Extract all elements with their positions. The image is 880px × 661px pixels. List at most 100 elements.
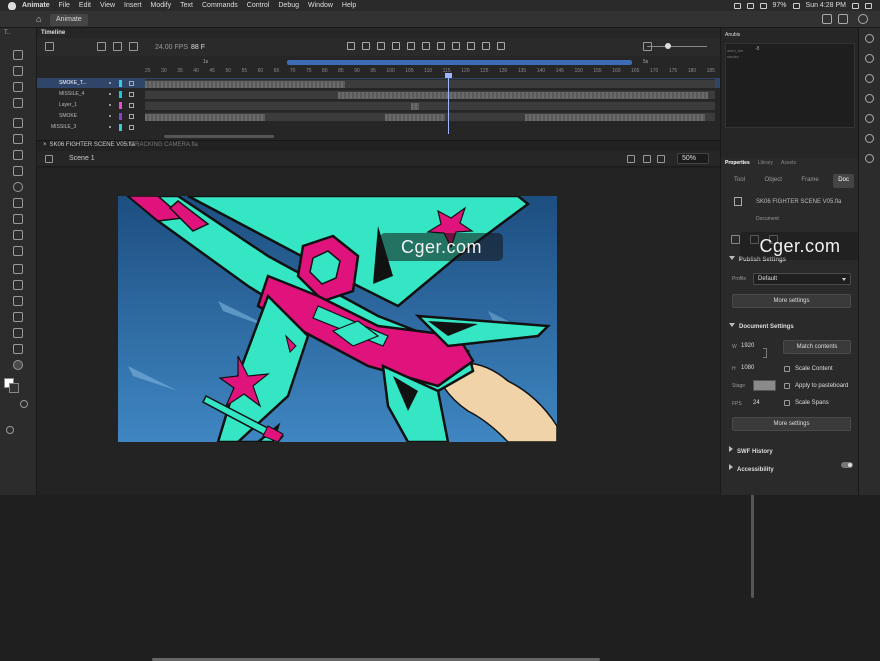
zoom-slider-thumb[interactable] — [665, 43, 671, 49]
visibility-dot[interactable] — [109, 126, 111, 128]
insert-keyframe-icon[interactable] — [437, 42, 445, 50]
hierarchy-icon[interactable] — [113, 42, 122, 51]
scene-icon[interactable] — [45, 155, 53, 163]
accessibility-header[interactable]: Accessibility — [729, 464, 774, 473]
frame-span[interactable] — [385, 113, 445, 121]
scene-name[interactable]: Scene 1 — [69, 155, 95, 162]
stage-color-swatch[interactable] — [753, 380, 776, 391]
swatches-icon[interactable] — [865, 154, 874, 163]
edit-multiple-frames-icon[interactable] — [407, 42, 415, 50]
ink-bottle-tool-icon[interactable] — [13, 280, 23, 290]
tab-properties[interactable]: Properties — [725, 160, 750, 166]
clip-content-icon[interactable] — [643, 155, 651, 163]
lock-icon[interactable] — [129, 80, 134, 86]
oval-tool-icon[interactable] — [13, 182, 23, 192]
settings-icon[interactable] — [858, 14, 868, 24]
airplay-icon[interactable] — [746, 2, 754, 9]
stop-icon[interactable] — [362, 42, 370, 50]
eyedropper-tool-icon[interactable] — [13, 296, 23, 306]
subtab-tool[interactable]: Tool — [729, 174, 750, 188]
frame-span[interactable] — [525, 113, 705, 121]
visibility-dot[interactable] — [109, 104, 111, 106]
timeline-scrollbar[interactable] — [164, 135, 274, 138]
info-icon[interactable] — [865, 94, 874, 103]
layer-name[interactable]: MISSILE_3 — [51, 124, 109, 130]
close-icon[interactable]: × — [43, 142, 47, 148]
lock-icon[interactable] — [129, 124, 134, 130]
layer-row[interactable]: SMOKE — [37, 111, 720, 121]
anubis-row-label[interactable]: anim_bin — [727, 48, 743, 53]
eraser-tool-icon[interactable] — [13, 312, 23, 322]
layer-frames[interactable] — [145, 89, 715, 99]
doc-tab-inactive[interactable]: × TRACKING CAMERA.fla — [125, 142, 198, 148]
polystar-tool-icon[interactable] — [13, 198, 23, 208]
close-icon[interactable]: × — [125, 142, 129, 148]
accessibility-toggle[interactable] — [841, 462, 853, 468]
app-tab[interactable]: Animate — [50, 14, 88, 26]
fill-color-swatch[interactable] — [9, 383, 19, 393]
menu-debug[interactable]: Debug — [278, 2, 299, 9]
layer-frames[interactable] — [145, 100, 715, 110]
selection-tool-icon[interactable] — [13, 50, 23, 60]
profile-select[interactable]: Default — [753, 273, 851, 285]
scale-content-checkbox[interactable] — [784, 366, 790, 372]
lock-icon[interactable] — [129, 102, 134, 108]
apple-icon[interactable] — [8, 1, 16, 10]
link-dimensions-icon[interactable] — [763, 348, 767, 358]
panel-menu-icon[interactable] — [865, 34, 874, 43]
paint-bucket-tool-icon[interactable] — [13, 264, 23, 274]
visibility-dot[interactable] — [109, 82, 111, 84]
step-forward-icon[interactable] — [497, 42, 505, 50]
hand-tool-icon[interactable] — [13, 344, 23, 354]
magnifier-icon[interactable] — [6, 426, 14, 434]
menu-window[interactable]: Window — [308, 2, 333, 9]
insert-blank-keyframe-icon[interactable] — [452, 42, 460, 50]
tab-assets[interactable]: Assets — [781, 160, 796, 166]
clock[interactable]: Sun 4:28 PM — [806, 2, 846, 9]
menu-modify[interactable]: Modify — [151, 2, 172, 9]
next-keyframe-icon[interactable] — [377, 42, 385, 50]
menu-edit[interactable]: Edit — [79, 2, 91, 9]
loop-icon[interactable] — [422, 42, 430, 50]
camera-tool-icon[interactable] — [13, 328, 23, 338]
frame-span[interactable] — [145, 80, 345, 88]
camera-icon[interactable] — [129, 42, 138, 51]
timeline-ruler[interactable]: 1s 5s 25 30 35 40 45 50 55 60 65 70 75 8… — [37, 57, 720, 77]
paint-brush-tool-icon[interactable] — [13, 150, 23, 160]
menu-help[interactable]: Help — [342, 2, 356, 9]
zoom-tool-icon[interactable] — [13, 360, 23, 370]
zoom-small-icon[interactable] — [20, 400, 28, 408]
battery-icon[interactable] — [792, 2, 800, 9]
fps-readout[interactable]: 24.00 FPS — [155, 44, 188, 51]
playhead[interactable] — [448, 76, 449, 134]
motion-tween-icon[interactable] — [467, 42, 475, 50]
layer-row[interactable]: MISSILE_3 — [37, 122, 720, 132]
prev-keyframe-icon[interactable] — [347, 42, 355, 50]
layer-color[interactable] — [119, 90, 122, 98]
menu-app-name[interactable]: Animate — [22, 2, 50, 9]
layer-color[interactable] — [119, 112, 122, 120]
text-tool-icon[interactable] — [13, 246, 23, 256]
layer-row[interactable]: MISSILE_4 — [37, 89, 720, 99]
layers-icon[interactable] — [45, 42, 54, 51]
subtab-frame[interactable]: Frame — [796, 174, 823, 188]
menu-view[interactable]: View — [100, 2, 115, 9]
lock-icon[interactable] — [129, 91, 134, 97]
frame-readout[interactable]: 88 F — [191, 44, 205, 51]
tab-library[interactable]: Library — [758, 160, 773, 166]
menu-text[interactable]: Text — [180, 2, 193, 9]
line-tool-icon[interactable] — [13, 230, 23, 240]
zoom-level-select[interactable]: 50% — [677, 153, 709, 164]
subselection-tool-icon[interactable] — [13, 66, 23, 76]
wifi-icon[interactable] — [759, 2, 767, 9]
lasso-tool-icon[interactable] — [13, 82, 23, 92]
publish-more-settings-button[interactable]: More settings — [732, 294, 851, 308]
frame-span-bar[interactable] — [287, 60, 632, 65]
anubis-grid[interactable] — [725, 43, 855, 128]
doc-tab-active[interactable]: × SK06 FIGHTER SCENE V05.fla — [43, 142, 135, 148]
menu-control[interactable]: Control — [247, 2, 270, 9]
scale-spans-checkbox[interactable] — [784, 400, 790, 406]
color-icon[interactable] — [865, 134, 874, 143]
home-icon[interactable]: ⌂ — [36, 14, 46, 24]
document-more-settings-button[interactable]: More settings — [732, 417, 851, 431]
